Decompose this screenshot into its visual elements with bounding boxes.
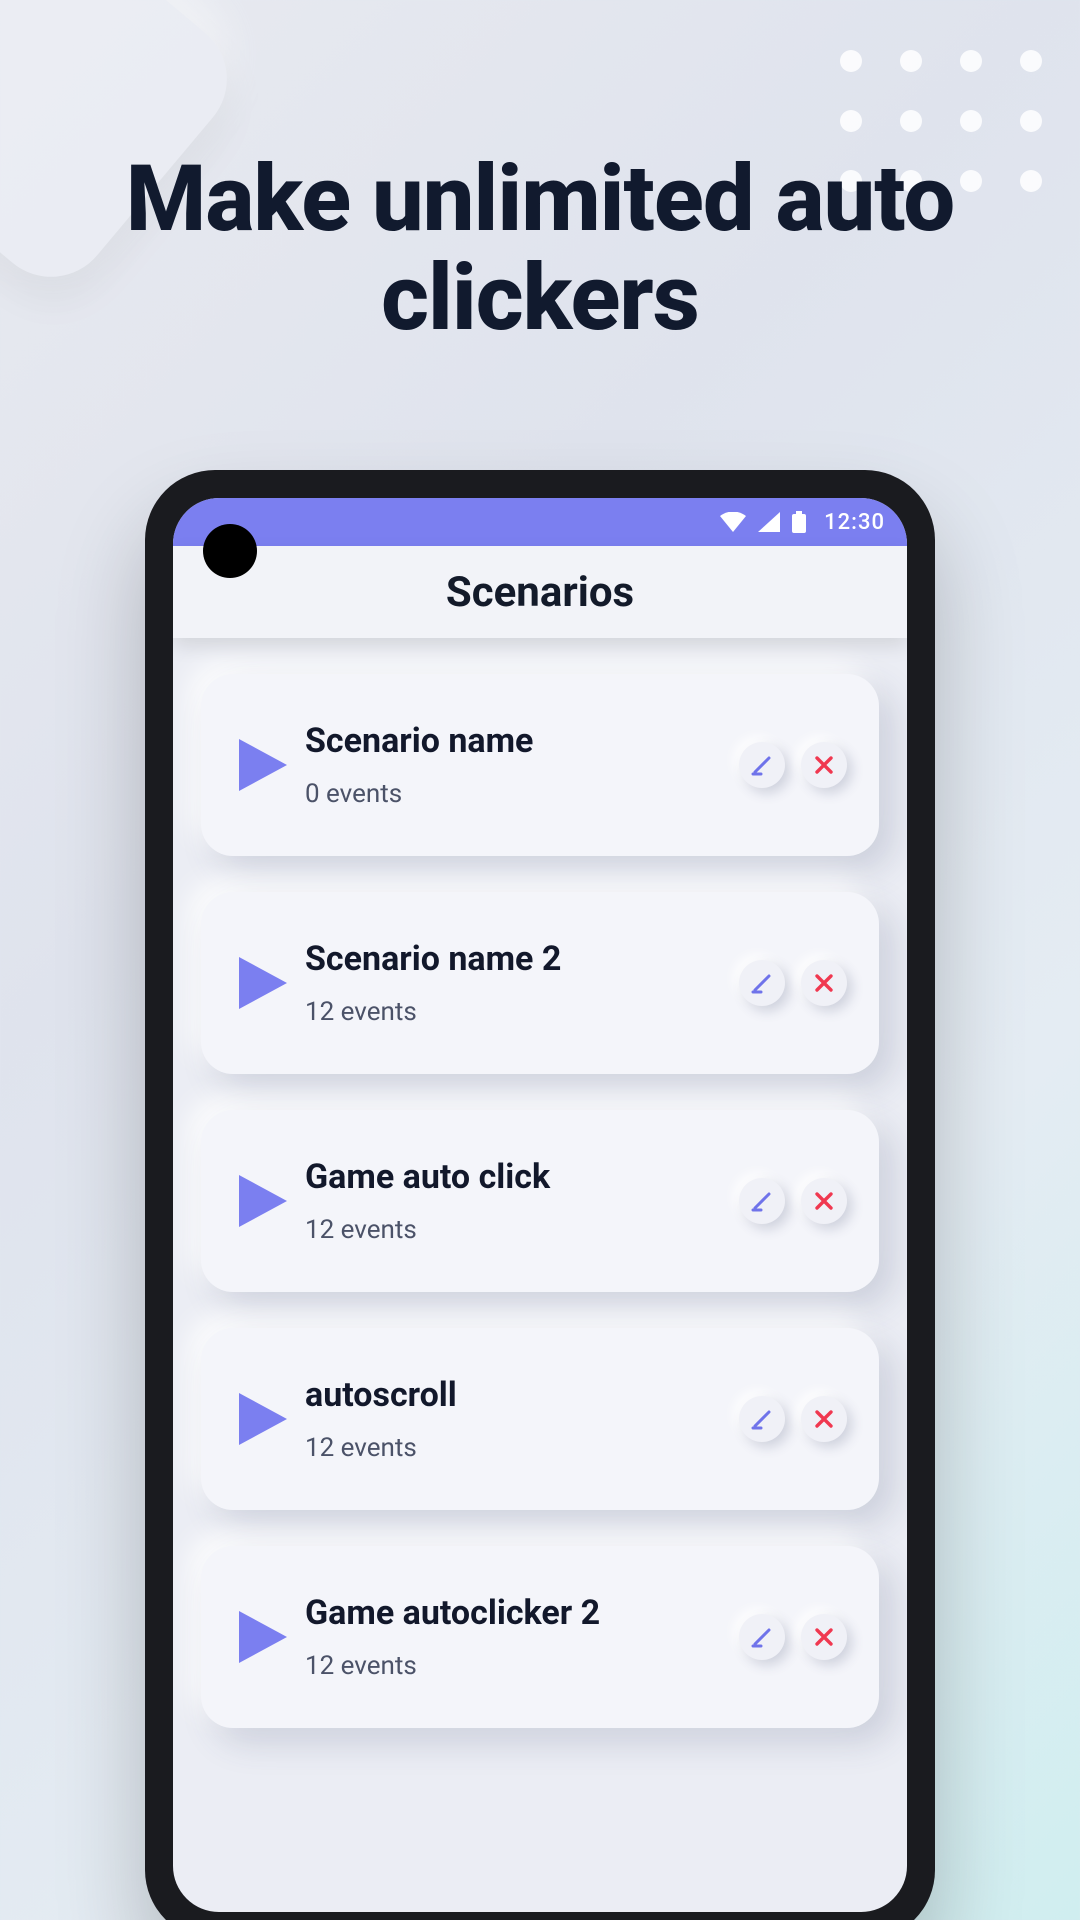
- delete-button[interactable]: [801, 742, 847, 788]
- scenario-actions: [739, 1178, 847, 1224]
- scenario-title: Game auto click: [305, 1157, 739, 1197]
- app-header: Scenarios: [173, 546, 907, 638]
- scenario-title: autoscroll: [305, 1375, 739, 1415]
- battery-icon: [792, 511, 806, 533]
- phone-screen: 12:30 Scenarios Scenario name 0 events: [173, 498, 907, 1912]
- scenario-title: Game autoclicker 2: [305, 1593, 739, 1633]
- scenario-subtitle: 12 events: [305, 997, 739, 1027]
- camera-punch-hole: [203, 524, 257, 578]
- scenario-text: Game autoclicker 2 12 events: [305, 1593, 739, 1681]
- scenario-text: Game auto click 12 events: [305, 1157, 739, 1245]
- scenario-card[interactable]: Scenario name 0 events: [201, 674, 879, 856]
- phone-frame: 12:30 Scenarios Scenario name 0 events: [145, 470, 935, 1920]
- page-title: Scenarios: [446, 568, 634, 617]
- scenario-actions: [739, 960, 847, 1006]
- edit-button[interactable]: [739, 1614, 785, 1660]
- play-icon[interactable]: [227, 739, 299, 791]
- status-bar: 12:30: [173, 498, 907, 546]
- scenario-card[interactable]: Game auto click 12 events: [201, 1110, 879, 1292]
- play-icon[interactable]: [227, 1175, 299, 1227]
- scenario-text: Scenario name 0 events: [305, 721, 739, 809]
- play-icon[interactable]: [227, 1393, 299, 1445]
- scenario-subtitle: 12 events: [305, 1215, 739, 1245]
- edit-button[interactable]: [739, 1178, 785, 1224]
- signal-icon: [758, 512, 780, 532]
- delete-button[interactable]: [801, 960, 847, 1006]
- promo-headline: Make unlimited auto clickers: [0, 150, 1080, 349]
- scenario-subtitle: 0 events: [305, 779, 739, 809]
- scenario-list: Scenario name 0 events Scenari: [173, 638, 907, 1728]
- edit-button[interactable]: [739, 960, 785, 1006]
- play-icon[interactable]: [227, 957, 299, 1009]
- scenario-title: Scenario name: [305, 721, 739, 761]
- scenario-actions: [739, 742, 847, 788]
- scenario-title: Scenario name 2: [305, 939, 739, 979]
- scenario-actions: [739, 1614, 847, 1660]
- scenario-actions: [739, 1396, 847, 1442]
- scenario-text: Scenario name 2 12 events: [305, 939, 739, 1027]
- edit-button[interactable]: [739, 742, 785, 788]
- delete-button[interactable]: [801, 1396, 847, 1442]
- scenario-subtitle: 12 events: [305, 1433, 739, 1463]
- scenario-subtitle: 12 events: [305, 1651, 739, 1681]
- delete-button[interactable]: [801, 1614, 847, 1660]
- scenario-card[interactable]: autoscroll 12 events: [201, 1328, 879, 1510]
- delete-button[interactable]: [801, 1178, 847, 1224]
- scenario-text: autoscroll 12 events: [305, 1375, 739, 1463]
- status-time: 12:30: [824, 510, 885, 535]
- edit-button[interactable]: [739, 1396, 785, 1442]
- play-icon[interactable]: [227, 1611, 299, 1663]
- scenario-card[interactable]: Scenario name 2 12 events: [201, 892, 879, 1074]
- wifi-icon: [720, 512, 746, 532]
- scenario-card[interactable]: Game autoclicker 2 12 events: [201, 1546, 879, 1728]
